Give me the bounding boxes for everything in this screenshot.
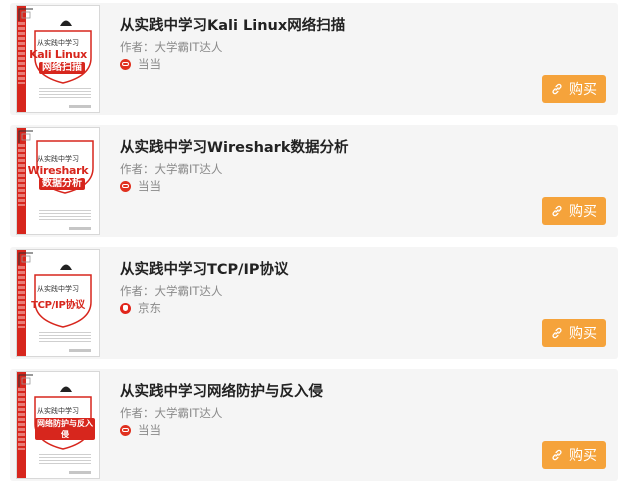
book-author: 作者：大学霸IT达人 bbox=[120, 40, 223, 54]
cover-title: 网络防护与反入侵 bbox=[35, 418, 95, 440]
store-name: 当当 bbox=[138, 423, 161, 437]
dangdang-icon bbox=[120, 424, 131, 436]
book-cover[interactable]: 从实践中学习 Wireshark 数据分析 bbox=[16, 127, 100, 235]
cover-title: Kali Linux bbox=[29, 48, 87, 61]
dangdang-icon bbox=[120, 180, 131, 192]
cover-text-lines bbox=[39, 454, 91, 466]
book-title[interactable]: 从实践中学习网络防护与反入侵 bbox=[120, 380, 323, 401]
cover-title: Wireshark bbox=[27, 164, 89, 177]
helmet-icon bbox=[59, 12, 73, 26]
jd-icon bbox=[120, 302, 131, 314]
link-icon bbox=[552, 205, 562, 217]
book-author: 作者：大学霸IT达人 bbox=[120, 162, 223, 176]
buy-label: 购买 bbox=[569, 82, 597, 98]
store-info: 当当 bbox=[120, 422, 161, 438]
cover-text-lines bbox=[39, 210, 91, 222]
cover-text-lines bbox=[39, 332, 91, 344]
helmet-icon bbox=[59, 256, 73, 270]
store-name: 当当 bbox=[138, 57, 161, 71]
book-cover[interactable]: 从实践中学习 网络防护与反入侵 bbox=[16, 371, 100, 479]
book-author: 作者：大学霸IT达人 bbox=[120, 406, 223, 420]
dangdang-icon bbox=[120, 58, 131, 70]
cover-corner-icon bbox=[18, 130, 34, 144]
cover-series: 从实践中学习 bbox=[37, 407, 79, 415]
buy-button[interactable]: 购买 bbox=[542, 75, 606, 103]
book-list: 从实践中学习 Kali Linux 网络扫描 从实践中学习Kali Linux网… bbox=[0, 0, 628, 483]
cover-publisher bbox=[69, 227, 91, 230]
book-author: 作者：大学霸IT达人 bbox=[120, 284, 223, 298]
store-name: 当当 bbox=[138, 179, 161, 193]
store-name: 京东 bbox=[138, 301, 161, 315]
book-cover[interactable]: 从实践中学习 Kali Linux 网络扫描 bbox=[16, 5, 100, 113]
book-title[interactable]: 从实践中学习Wireshark数据分析 bbox=[120, 136, 348, 157]
cover-corner-icon bbox=[18, 374, 34, 388]
book-card: 从实践中学习 Kali Linux 网络扫描 从实践中学习Kali Linux网… bbox=[10, 3, 618, 115]
buy-label: 购买 bbox=[569, 326, 597, 342]
link-icon bbox=[552, 83, 562, 95]
cover-corner-icon bbox=[18, 8, 34, 22]
cover-publisher bbox=[69, 349, 91, 352]
book-card: 从实践中学习 Wireshark 数据分析 从实践中学习Wireshark数据分… bbox=[10, 125, 618, 237]
store-info: 当当 bbox=[120, 178, 161, 194]
book-title[interactable]: 从实践中学习TCP/IP协议 bbox=[120, 258, 288, 279]
book-title[interactable]: 从实践中学习Kali Linux网络扫描 bbox=[120, 14, 345, 35]
buy-label: 购买 bbox=[569, 448, 597, 464]
store-info: 当当 bbox=[120, 56, 161, 72]
cover-title: TCP/IP协议 bbox=[31, 300, 85, 311]
helmet-icon bbox=[59, 378, 73, 392]
buy-label: 购买 bbox=[569, 204, 597, 220]
cover-subtitle: 网络扫描 bbox=[39, 62, 85, 74]
cover-series: 从实践中学习 bbox=[37, 39, 79, 47]
cover-publisher bbox=[69, 105, 91, 108]
store-info: 京东 bbox=[120, 300, 161, 316]
link-icon bbox=[552, 449, 562, 461]
cover-subtitle: 数据分析 bbox=[39, 178, 85, 190]
book-card: 从实践中学习 网络防护与反入侵 从实践中学习网络防护与反入侵 作者：大学霸IT达… bbox=[10, 369, 618, 481]
cover-series: 从实践中学习 bbox=[37, 155, 79, 163]
link-icon bbox=[552, 327, 562, 339]
buy-button[interactable]: 购买 bbox=[542, 319, 606, 347]
buy-button[interactable]: 购买 bbox=[542, 197, 606, 225]
cover-text-lines bbox=[39, 88, 91, 100]
book-cover[interactable]: 从实践中学习 TCP/IP协议 bbox=[16, 249, 100, 357]
buy-button[interactable]: 购买 bbox=[542, 441, 606, 469]
book-card: 从实践中学习 TCP/IP协议 从实践中学习TCP/IP协议 作者：大学霸IT达… bbox=[10, 247, 618, 359]
cover-publisher bbox=[69, 471, 91, 474]
cover-series: 从实践中学习 bbox=[37, 285, 79, 293]
cover-corner-icon bbox=[18, 252, 34, 266]
